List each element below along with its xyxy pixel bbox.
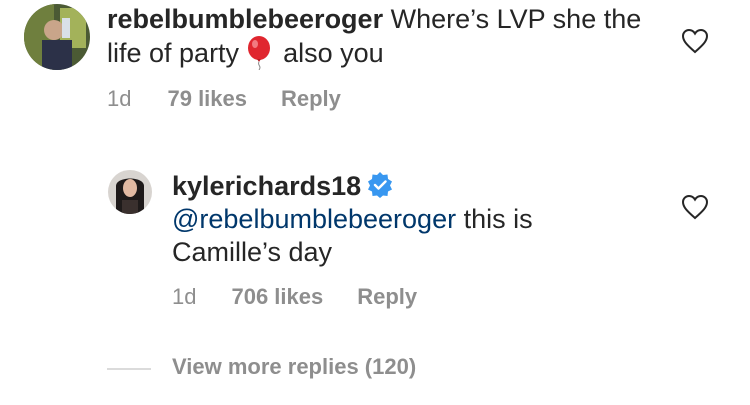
- reply-mention-link[interactable]: @rebelbumblebeeroger: [172, 204, 456, 234]
- reply-reply-button[interactable]: Reply: [357, 284, 417, 310]
- avatar[interactable]: [108, 170, 152, 214]
- verified-badge-icon: [368, 172, 393, 198]
- reply-likes[interactable]: 706 likes: [231, 284, 323, 310]
- comment-likes[interactable]: 79 likes: [167, 86, 247, 112]
- replies-divider: [107, 368, 151, 370]
- comment-text-continued: also you: [283, 38, 384, 68]
- reply-time: 1d: [172, 284, 197, 309]
- avatar[interactable]: [24, 4, 90, 70]
- balloon-emoji-icon: [248, 36, 271, 70]
- comment-time: 1d: [107, 86, 132, 111]
- comment-username[interactable]: rebelbumblebeeroger: [107, 4, 383, 34]
- like-heart-icon[interactable]: [681, 28, 709, 54]
- reply-meta: 1d 706 likes Reply: [172, 284, 417, 310]
- reply-body: kylerichards18 @rebelbumblebeeroger this…: [172, 170, 602, 269]
- comment-body: rebelbumblebeeroger Where’s LVP she the …: [107, 3, 647, 70]
- reply-username[interactable]: kylerichards18: [172, 171, 361, 201]
- comment-reply-button[interactable]: Reply: [281, 86, 341, 112]
- comment-meta: 1d 79 likes Reply: [107, 86, 341, 112]
- view-more-replies-button[interactable]: View more replies (120): [172, 354, 416, 380]
- like-heart-icon[interactable]: [681, 194, 709, 220]
